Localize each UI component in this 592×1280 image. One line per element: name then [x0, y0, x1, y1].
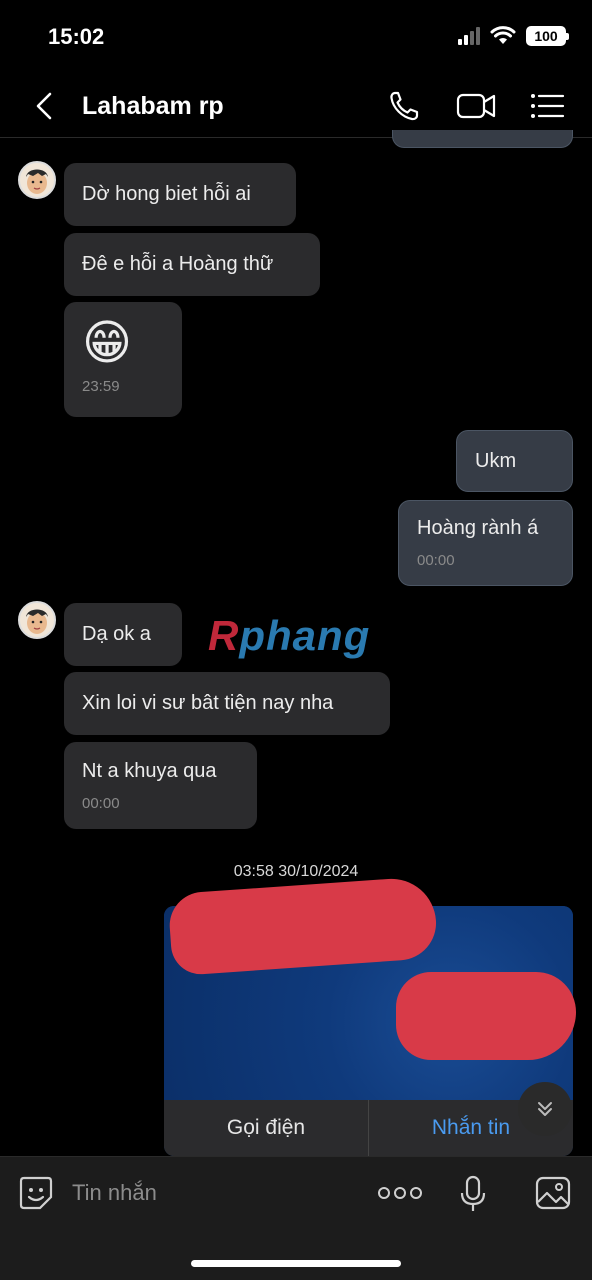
message-text: Dờ hong biet hỗi ai	[82, 183, 251, 205]
message-bubble[interactable]: Nt a khuya qua 00:00	[64, 742, 257, 829]
scroll-to-bottom-button[interactable]	[518, 1082, 572, 1136]
message-bubble[interactable]: Đê e hỗi a Hoàng thữ	[64, 233, 320, 296]
avatar-face-icon	[26, 609, 48, 634]
redaction-mark	[396, 972, 576, 1060]
phone-icon[interactable]	[386, 88, 426, 124]
microphone-icon[interactable]	[458, 1175, 488, 1213]
message-text: Nt a khuya qua	[82, 759, 217, 782]
message-text: Hoàng rành á	[417, 517, 539, 539]
message-time: 00:00	[417, 552, 455, 569]
double-chevron-down-icon	[538, 1102, 552, 1116]
message-bubble[interactable]: Dạ ok a	[64, 603, 182, 666]
status-bar: 15:02 100	[0, 0, 592, 78]
message-time: 23:59	[82, 378, 120, 395]
sticker-smile-icon[interactable]	[18, 1175, 54, 1211]
message-time: 00:00	[82, 794, 120, 812]
contact-card-actions: Gọi điện Nhắn tin	[164, 1100, 573, 1156]
message-input-bar	[0, 1156, 592, 1280]
my-message-bubble[interactable]: Hoàng rành á 00:00	[398, 500, 573, 586]
back-icon[interactable]	[30, 90, 60, 122]
avatar[interactable]	[18, 601, 56, 639]
grinning-emoji: 😁	[82, 317, 133, 370]
status-icons: 100	[458, 26, 569, 46]
emoji-message-bubble[interactable]: 😁 23:59	[64, 302, 182, 417]
chat-header: Lahabam rp	[0, 78, 592, 138]
cellular-signal-icon	[458, 27, 480, 45]
avatar-face-icon	[26, 169, 48, 194]
message-text: Dạ ok a	[82, 623, 151, 645]
message-text: Ukm	[475, 449, 517, 472]
wifi-icon	[490, 26, 516, 44]
list-menu-icon[interactable]	[528, 88, 568, 124]
home-indicator	[191, 1260, 401, 1267]
date-separator: 03:58 30/10/2024	[233, 863, 359, 880]
call-button[interactable]: Gọi điện	[164, 1100, 369, 1156]
previous-message-bubble	[392, 130, 573, 148]
my-message-bubble[interactable]: Ukm	[456, 430, 573, 492]
status-time: 15:02	[48, 24, 105, 49]
message-input[interactable]	[72, 1177, 362, 1209]
avatar[interactable]	[18, 161, 56, 199]
video-camera-icon[interactable]	[455, 88, 499, 124]
chat-title[interactable]: Lahabam rp	[82, 92, 224, 121]
image-icon[interactable]	[534, 1175, 572, 1211]
message-bubble[interactable]: Xin loi vi sư bât tiện nay nha	[64, 672, 390, 735]
watermark-logo: Rphang	[208, 612, 371, 659]
battery-icon: 100	[526, 26, 569, 46]
more-dots-icon[interactable]	[378, 1185, 424, 1201]
message-text: Xin loi vi sư bât tiện nay nha	[82, 692, 334, 714]
message-text: Đê e hỗi a Hoàng thữ	[82, 253, 274, 275]
message-bubble[interactable]: Dờ hong biet hỗi ai	[64, 163, 296, 226]
